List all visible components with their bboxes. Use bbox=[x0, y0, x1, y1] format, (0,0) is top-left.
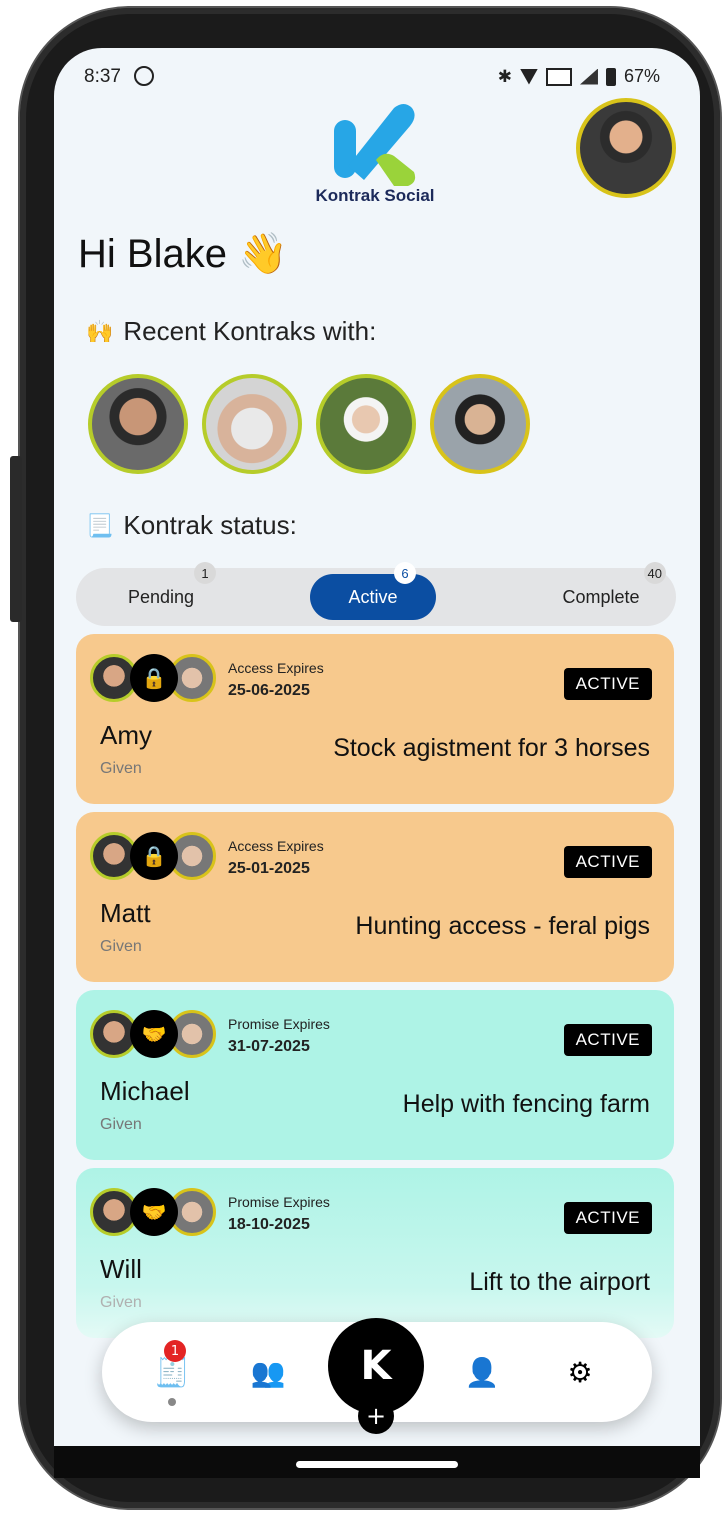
gear-icon: ⚙ bbox=[567, 1355, 593, 1389]
kontrak-status-title: 📃 Kontrak status: bbox=[86, 510, 297, 541]
tab-pending[interactable]: Pending 1 bbox=[86, 562, 236, 620]
vowifi-icon bbox=[545, 67, 572, 86]
friend-avatar[interactable] bbox=[430, 374, 530, 474]
wifi-icon bbox=[519, 68, 538, 85]
status-badge: ACTIVE bbox=[563, 1202, 652, 1234]
nav-profile[interactable]: 👤 bbox=[462, 1352, 502, 1392]
kontrak-logo-icon: K bbox=[360, 1343, 392, 1389]
kontrak-role: Given bbox=[100, 1116, 142, 1133]
nav-people[interactable]: 👥 bbox=[248, 1352, 288, 1392]
tab-label: Complete bbox=[562, 586, 640, 607]
recent-friends-list bbox=[88, 374, 530, 474]
app-screen: 8:37 ✱ 67% Kontrak Social Hi Blake 👋 🙌 R… bbox=[54, 48, 700, 1478]
expiry-label: Access Expires bbox=[228, 838, 324, 854]
kontrak-role: Given bbox=[100, 760, 142, 777]
tab-count-badge: 1 bbox=[194, 562, 216, 584]
tab-active[interactable]: Active 6 bbox=[310, 562, 436, 620]
bluetooth-icon: ✱ bbox=[497, 66, 512, 86]
status-time: 8:37 bbox=[84, 66, 121, 87]
expiry-date: 18-10-2025 bbox=[228, 1216, 310, 1233]
status-badge: ACTIVE bbox=[563, 668, 652, 700]
kontrak-description: Stock agistment for 3 horses bbox=[333, 734, 650, 762]
expiry-date: 31-07-2025 bbox=[228, 1038, 310, 1055]
tab-label: Active bbox=[348, 586, 398, 607]
tab-complete[interactable]: Complete 40 bbox=[526, 562, 676, 620]
tab-count-badge: 40 bbox=[643, 562, 666, 584]
promise-hand-icon: 🤝 bbox=[130, 1188, 178, 1236]
counterparty-name: Will bbox=[100, 1254, 142, 1284]
notification-badge: 1 bbox=[164, 1340, 186, 1362]
friend-avatar[interactable] bbox=[88, 374, 188, 474]
active-indicator-dot bbox=[168, 1398, 176, 1406]
receipt-icon: 📃 bbox=[86, 512, 114, 538]
bottom-nav: 🧾 1 👥 K + 👤 ⚙ bbox=[102, 1318, 652, 1434]
sync-icon bbox=[134, 66, 154, 86]
status-icons: ✱ 67% bbox=[498, 66, 660, 87]
greeting: Hi Blake 👋 bbox=[78, 232, 288, 276]
lock-icon: 🔒 bbox=[130, 832, 178, 880]
status-badge: ACTIVE bbox=[563, 846, 652, 878]
expiry-date: 25-01-2025 bbox=[228, 860, 310, 877]
people-icon: 👥 bbox=[250, 1355, 286, 1389]
status-title-text: Kontrak status: bbox=[123, 510, 297, 540]
battery-percent: 67% bbox=[623, 66, 660, 86]
battery-icon bbox=[605, 67, 616, 86]
nav-settings[interactable]: ⚙ bbox=[560, 1352, 600, 1392]
app-name: Kontrak Social bbox=[315, 186, 435, 205]
lock-icon: 🔒 bbox=[130, 654, 178, 702]
participants-avatars: 🔒 bbox=[90, 832, 220, 882]
kontrak-card[interactable]: 🤝 Promise Expires 31-07-2025 ACTIVE Mich… bbox=[76, 990, 674, 1160]
kontrak-description: Lift to the airport bbox=[469, 1268, 650, 1296]
handshake-people-icon: 🙌 bbox=[86, 318, 114, 344]
person-icon: 👤 bbox=[464, 1355, 500, 1389]
expiry-label: Access Expires bbox=[228, 660, 324, 676]
recent-title-text: Recent Kontraks with: bbox=[123, 316, 377, 346]
status-tabs: Pending 1 Active 6 Complete 40 bbox=[76, 562, 676, 626]
friend-avatar[interactable] bbox=[202, 374, 302, 474]
expiry-label: Promise Expires bbox=[228, 1016, 330, 1032]
status-badge: ACTIVE bbox=[563, 1024, 652, 1056]
counterparty-name: Matt bbox=[100, 898, 151, 928]
expiry-label: Promise Expires bbox=[228, 1194, 330, 1210]
plus-icon[interactable]: + bbox=[358, 1398, 394, 1434]
kontrak-description: Help with fencing farm bbox=[402, 1090, 650, 1118]
promise-hand-icon: 🤝 bbox=[130, 1010, 178, 1058]
tab-count-badge: 6 bbox=[394, 562, 416, 584]
friend-avatar[interactable] bbox=[316, 374, 416, 474]
participants-avatars: 🤝 bbox=[90, 1010, 220, 1060]
counterparty-name: Michael bbox=[100, 1076, 190, 1106]
participants-avatars: 🔒 bbox=[90, 654, 220, 704]
kontrak-description: Hunting access - feral pigs bbox=[355, 912, 650, 940]
kontrak-role: Given bbox=[100, 938, 142, 955]
signal-icon bbox=[579, 68, 598, 85]
kontrak-card[interactable]: 🤝 Promise Expires 18-10-2025 ACTIVE Will… bbox=[76, 1168, 674, 1338]
home-indicator[interactable] bbox=[296, 1461, 458, 1468]
kontrak-card[interactable]: 🔒 Access Expires 25-01-2025 ACTIVE Matt … bbox=[76, 812, 674, 982]
participants-avatars: 🤝 bbox=[90, 1188, 220, 1238]
tab-label: Pending bbox=[127, 586, 195, 607]
kontrak-logo-icon bbox=[334, 104, 416, 186]
side-button bbox=[10, 456, 22, 622]
expiry-date: 25-06-2025 bbox=[228, 682, 310, 699]
kontrak-card[interactable]: 🔒 Access Expires 25-06-2025 ACTIVE Amy G… bbox=[76, 634, 674, 804]
counterparty-name: Amy bbox=[100, 720, 152, 750]
kontrak-role: Given bbox=[100, 1294, 142, 1311]
nav-kontraks[interactable]: 🧾 1 bbox=[152, 1340, 192, 1406]
recent-kontraks-title: 🙌 Recent Kontraks with: bbox=[86, 316, 376, 347]
profile-avatar[interactable] bbox=[576, 98, 676, 198]
